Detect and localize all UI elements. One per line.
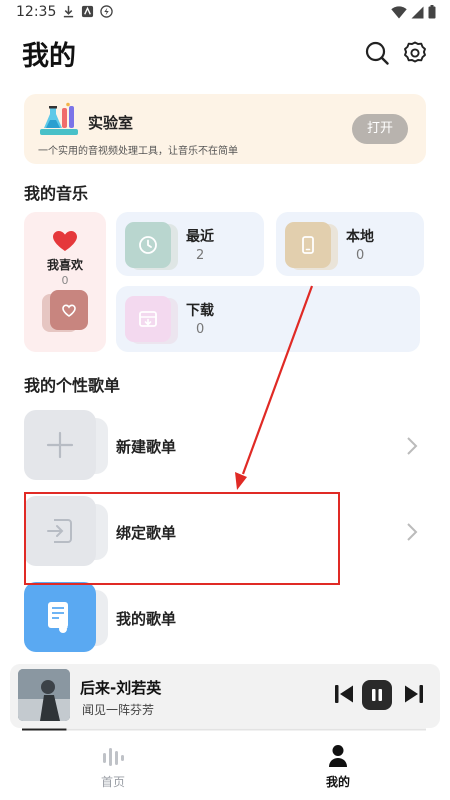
app-status-icon bbox=[81, 5, 94, 18]
local-count: 0 bbox=[356, 248, 365, 263]
tab-mine[interactable]: 我的 bbox=[278, 736, 398, 800]
wifi-icon bbox=[391, 5, 407, 18]
tab-mine-label: 我的 bbox=[325, 775, 350, 789]
phone-icon bbox=[302, 236, 314, 254]
lab-flask-icon bbox=[40, 102, 78, 135]
download-tile[interactable]: 下载 0 bbox=[116, 286, 420, 352]
recent-cover bbox=[125, 222, 171, 268]
favorites-cover bbox=[50, 290, 88, 330]
mini-player[interactable]: 后来-刘若英 闻见一阵芬芳 bbox=[10, 664, 440, 728]
clock-icon bbox=[139, 236, 157, 254]
download-status-icon bbox=[63, 5, 74, 18]
lab-open-button[interactable]: 打开 bbox=[352, 114, 408, 144]
highlight-box bbox=[24, 492, 340, 585]
bolt-status-icon bbox=[100, 5, 113, 18]
local-label: 本地 bbox=[346, 229, 374, 245]
favorites-count: 0 bbox=[61, 274, 69, 287]
home-bars-icon bbox=[103, 748, 124, 766]
recent-tile[interactable]: 最近 2 bbox=[116, 212, 264, 276]
bottom-tab-bar: 首页 我的 bbox=[0, 736, 450, 800]
my-music-title: 我的音乐 bbox=[24, 184, 89, 203]
local-tile[interactable]: 本地 0 bbox=[276, 212, 424, 276]
playlist-note-icon bbox=[48, 602, 68, 633]
next-icon[interactable] bbox=[402, 682, 426, 706]
heart-outline-icon bbox=[62, 304, 76, 317]
song-lyric: 闻见一阵芬芳 bbox=[82, 703, 155, 717]
plus-icon bbox=[46, 431, 74, 459]
my-playlist-cover bbox=[24, 582, 96, 652]
download-count: 0 bbox=[196, 322, 205, 337]
chevron-right-icon bbox=[407, 437, 418, 455]
page-title: 我的 bbox=[22, 41, 76, 72]
playback-progress[interactable] bbox=[0, 728, 450, 731]
heart-icon bbox=[53, 231, 77, 251]
status-time: 12:35 bbox=[16, 4, 57, 20]
status-bar: 12:35 bbox=[0, 0, 450, 26]
favorites-card[interactable]: 我喜欢 0 bbox=[24, 212, 106, 352]
my-playlist-label: 我的歌单 bbox=[116, 610, 177, 628]
recent-label: 最近 bbox=[186, 229, 214, 245]
download-cover bbox=[125, 296, 171, 342]
download-label: 下载 bbox=[186, 303, 214, 319]
album-art bbox=[18, 669, 70, 721]
status-notification-icons bbox=[62, 5, 113, 18]
signal-icon bbox=[411, 6, 424, 18]
progress-fill bbox=[22, 728, 67, 731]
battery-icon bbox=[428, 5, 436, 19]
favorites-label: 我喜欢 bbox=[46, 258, 83, 272]
settings-icon[interactable] bbox=[402, 40, 428, 66]
playlists-title: 我的个性歌单 bbox=[24, 376, 121, 395]
tab-home-label: 首页 bbox=[100, 775, 125, 789]
lab-title: 实验室 bbox=[88, 114, 134, 132]
lab-card[interactable]: 实验室 一个实用的音视频处理工具，让音乐不在简单 打开 bbox=[24, 94, 426, 164]
recent-count: 2 bbox=[196, 248, 205, 263]
playlist-row-mine[interactable]: 我的歌单 bbox=[24, 582, 424, 654]
progress-track bbox=[22, 728, 426, 731]
lab-description: 一个实用的音视频处理工具，让音乐不在简单 bbox=[38, 146, 238, 157]
tab-home[interactable]: 首页 bbox=[53, 736, 173, 800]
new-playlist-cover bbox=[24, 410, 96, 480]
new-playlist-label: 新建歌单 bbox=[116, 438, 177, 456]
download-box-icon bbox=[139, 311, 157, 327]
status-system-icons bbox=[391, 5, 436, 19]
chevron-right-icon bbox=[407, 523, 418, 541]
previous-icon[interactable] bbox=[332, 682, 356, 706]
local-cover bbox=[285, 222, 331, 268]
search-icon[interactable] bbox=[364, 40, 390, 66]
song-title: 后来-刘若英 bbox=[80, 679, 162, 697]
user-icon bbox=[329, 745, 347, 767]
playlist-row-new[interactable]: 新建歌单 bbox=[24, 410, 424, 482]
album-cover bbox=[18, 669, 70, 721]
pause-icon[interactable] bbox=[362, 680, 392, 710]
